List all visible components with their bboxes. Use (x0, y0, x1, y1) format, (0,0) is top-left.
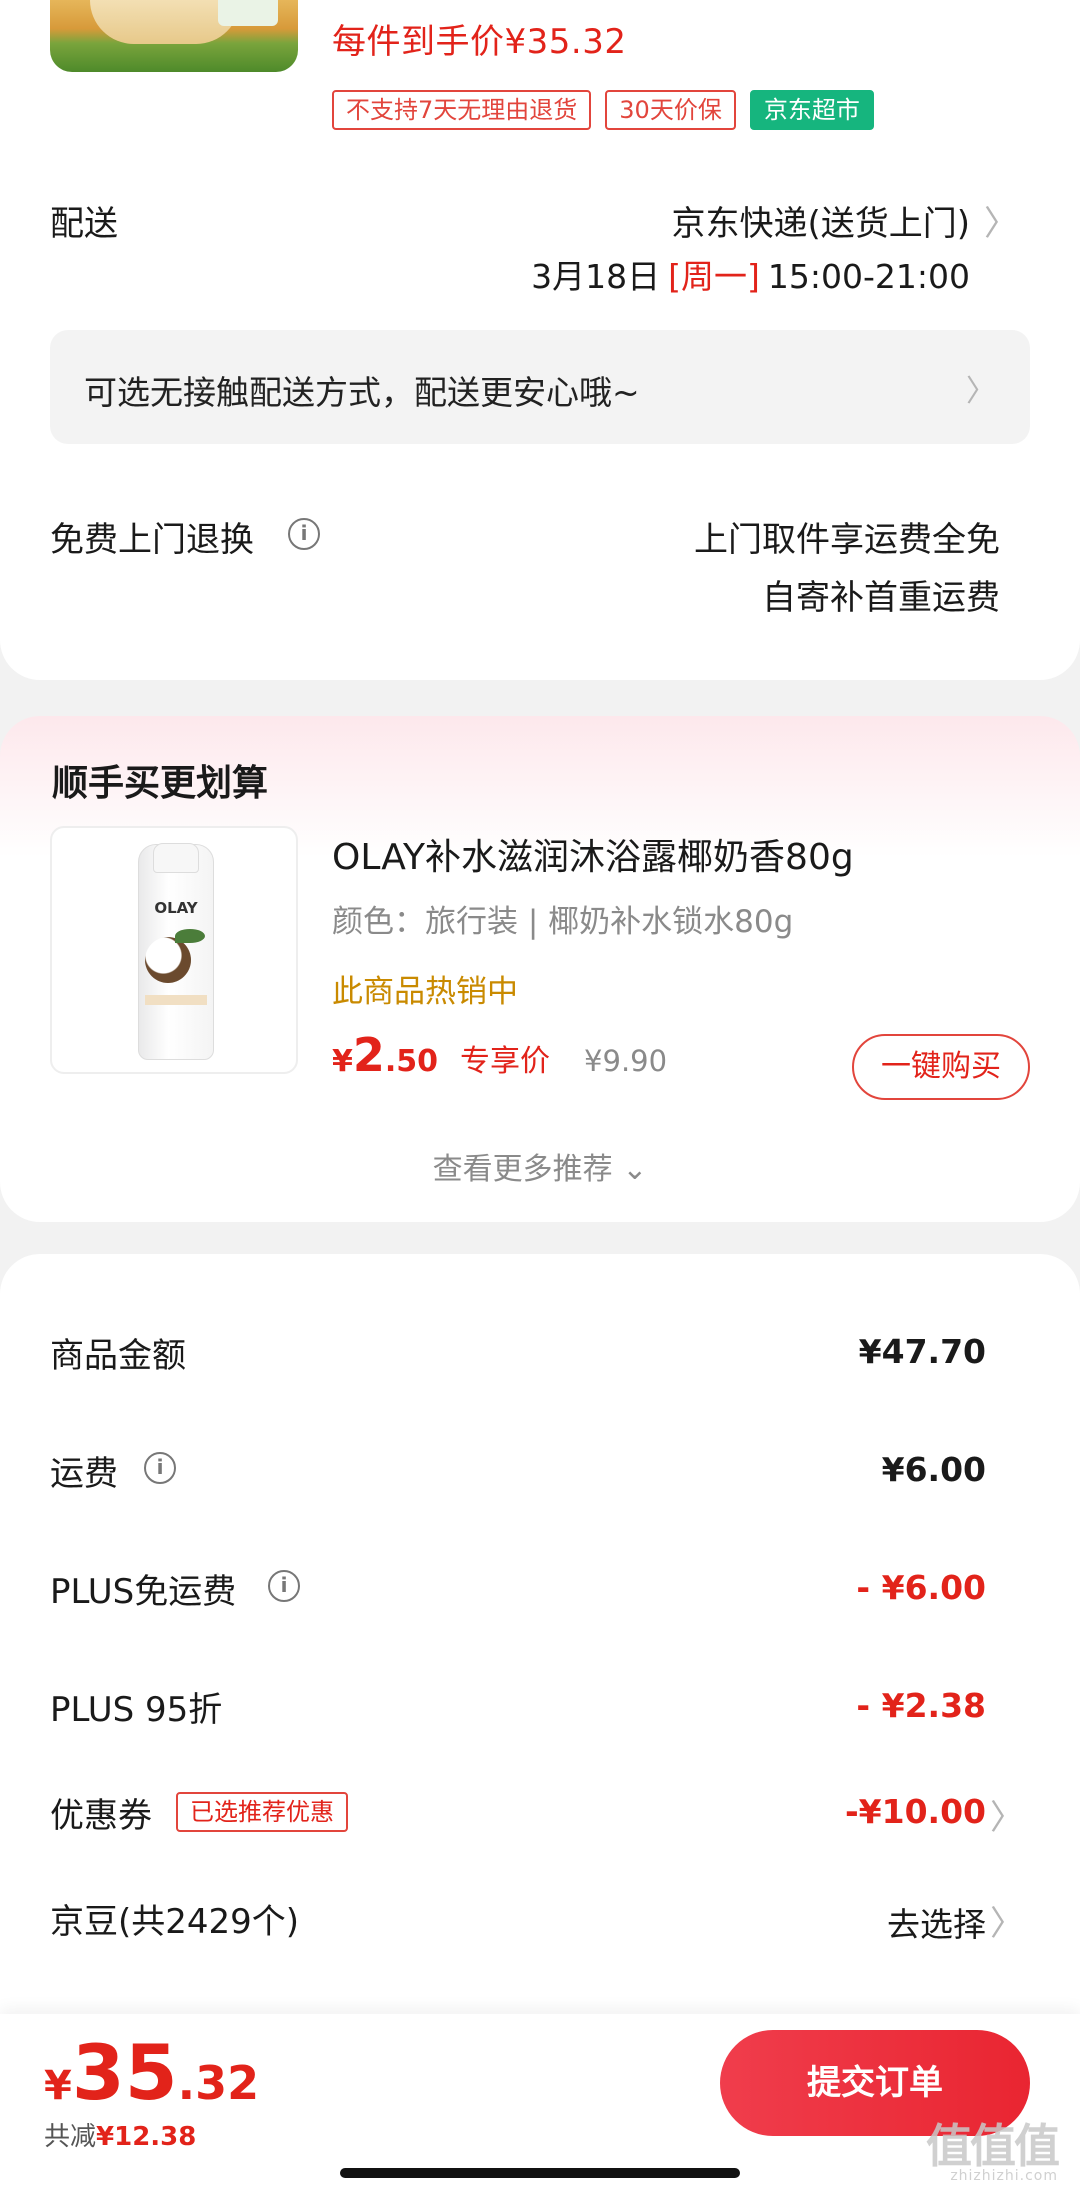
summary-value: ¥47.70 (858, 1332, 986, 1371)
bottle-illustration: OLAY (138, 843, 214, 1060)
summary-label: PLUS免运费 (50, 1572, 237, 1612)
total-saved: 共减¥12.38 (44, 2116, 196, 2153)
chevron-right-icon: 〉 (990, 1904, 1024, 1944)
price-integer: 2 (352, 1028, 385, 1082)
original-price: ¥9.90 (584, 1044, 668, 1078)
recommended-product-name[interactable]: OLAY补水滋润沐浴露椰奶香80g (332, 828, 854, 880)
delivery-method[interactable]: 京东快递(送货上门) (671, 196, 970, 245)
total-decimal: .32 (177, 2056, 260, 2110)
hot-selling-label: 此商品热销中 (332, 974, 518, 1010)
bottle-cap (153, 843, 199, 873)
summary-value: - ¥6.00 (856, 1568, 986, 1607)
summary-label: 京豆(共2429个) (50, 1902, 300, 1942)
summary-label: PLUS 95折 (50, 1690, 223, 1730)
checkout-page: 每件到手价¥35.32 不支持7天无理由退货 30天价保 京东超市 配送 京东快… (0, 0, 1080, 2197)
summary-value: - ¥2.38 (856, 1686, 986, 1725)
delivery-time[interactable]: 3月18日 [周一] 15:00-21:00 (531, 250, 970, 298)
coconut-graphic (145, 937, 191, 983)
chevron-right-icon: 〉 (990, 1798, 1024, 1838)
watermark-text: 值值值 (926, 2119, 1060, 2173)
recommended-price: ¥ 2 .50 专享价 ¥9.90 (332, 1028, 667, 1082)
info-icon[interactable]: i (268, 1570, 300, 1602)
summary-row-goods-amount: 商品金额 ¥47.70 (0, 1328, 1080, 1388)
recommended-product-spec: 颜色：旅行装 | 椰奶补水锁水80g (332, 904, 794, 940)
price-decimal: .50 (384, 1044, 439, 1079)
total-currency: ¥ (44, 2063, 72, 2109)
summary-label: 运费 (50, 1454, 118, 1494)
summary-label: 商品金额 (50, 1336, 186, 1376)
summary-label: 优惠券 (50, 1796, 152, 1836)
total-integer: 35 (71, 2028, 178, 2117)
summary-row-coupon[interactable]: 优惠券 已选推荐优惠 -¥10.00 〉 (0, 1788, 1080, 1848)
price-currency: ¥ (332, 1044, 353, 1079)
product-image-box (218, 0, 278, 26)
delivery-window: 15:00-21:00 (767, 257, 970, 296)
tag-jd-supermarket: 京东超市 (749, 90, 874, 130)
chevron-right-icon[interactable]: 〉 (984, 196, 1018, 245)
order-total: ¥ 35 .32 (44, 2028, 259, 2117)
info-icon[interactable]: i (144, 1452, 176, 1484)
return-line-2: 自寄补首重运费 (762, 578, 1000, 618)
delivery-weekday: [周一] (668, 257, 760, 296)
order-card: 每件到手价¥35.32 不支持7天无理由退货 30天价保 京东超市 配送 京东快… (0, 0, 1080, 680)
summary-value: -¥10.00 (844, 1792, 986, 1831)
product-thumbnail[interactable] (50, 0, 298, 72)
product-tags: 不支持7天无理由退货 30天价保 京东超市 (332, 90, 874, 130)
return-line-1: 上门取件享运费全免 (694, 520, 1000, 560)
contactless-text: 可选无接触配送方式，配送更安心哦~ (84, 373, 640, 412)
contactless-delivery-option[interactable]: 可选无接触配送方式，配送更安心哦~ 〉 (50, 330, 1030, 444)
bottle-logo: OLAY (154, 899, 198, 917)
tag-price-protect: 30天价保 (605, 90, 736, 130)
free-return-label: 免费上门退换 (50, 520, 254, 560)
saved-label: 共减 (44, 2122, 97, 2152)
leaf-graphic (175, 929, 205, 943)
coupon-selected-tag: 已选推荐优惠 (176, 1792, 348, 1832)
site-watermark: 值值值 zhizhizhi.com (908, 2110, 1060, 2184)
recommended-product-image[interactable]: OLAY (50, 826, 298, 1074)
summary-row-jd-beans[interactable]: 京豆(共2429个) 去选择 〉 (0, 1894, 1080, 1954)
one-click-buy-button[interactable]: 一键购买 (852, 1034, 1030, 1100)
saved-amount: ¥12.38 (96, 2122, 197, 2152)
summary-row-plus-discount: PLUS 95折 - ¥2.38 (0, 1682, 1080, 1742)
summary-row-shipping: 运费 i ¥6.00 (0, 1446, 1080, 1506)
exclusive-price-label: 专享价 (460, 1044, 551, 1079)
delivery-date: 3月18日 (531, 257, 661, 296)
home-indicator[interactable] (340, 2168, 740, 2178)
summary-row-plus-free-shipping: PLUS免运费 i - ¥6.00 (0, 1564, 1080, 1624)
recommendation-title: 顺手买更划算 (52, 763, 269, 804)
info-icon[interactable]: i (288, 518, 320, 550)
chevron-right-icon: 〉 (966, 374, 996, 409)
summary-value: 去选择 (887, 1905, 986, 1944)
summary-value: ¥6.00 (881, 1450, 986, 1489)
recommendation-card: 顺手买更划算 OLAY OLAY补水滋润沐浴露椰奶香80g 颜色：旅行装 | 椰… (0, 716, 1080, 1222)
delivery-label: 配送 (50, 204, 118, 244)
each-price: 每件到手价¥35.32 (332, 22, 627, 62)
more-recommendations-link[interactable]: 查看更多推荐 ⌄ (0, 1144, 1080, 1188)
bottle-label-band (145, 995, 207, 1005)
tag-no-7day-return: 不支持7天无理由退货 (332, 90, 592, 130)
